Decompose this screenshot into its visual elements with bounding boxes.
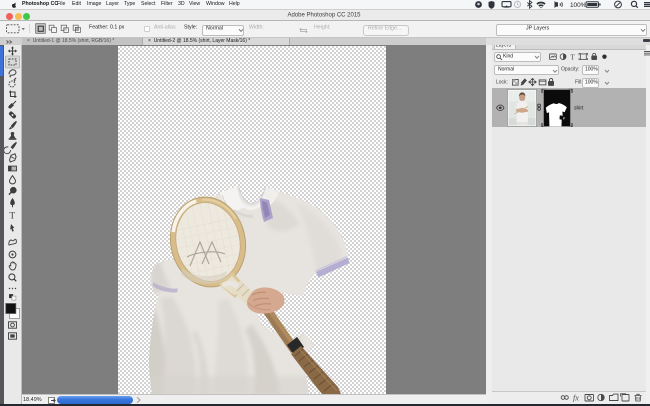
svg-text:T: T: [9, 211, 15, 221]
svg-text:fx: fx: [573, 394, 579, 403]
svg-text:T: T: [570, 53, 575, 60]
svg-text:100%: 100%: [570, 2, 587, 9]
